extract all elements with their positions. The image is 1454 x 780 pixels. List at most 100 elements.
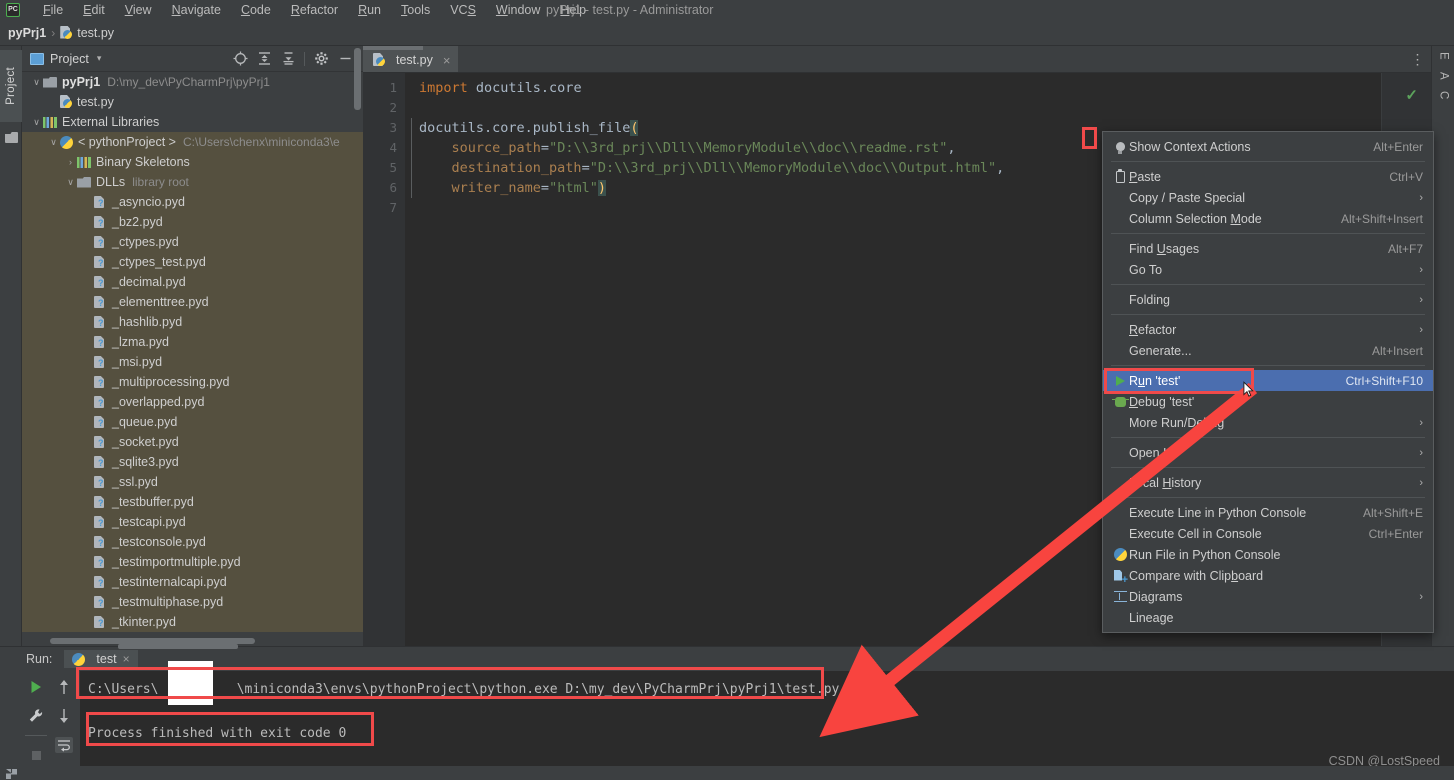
menu-item-column-selection-mode[interactable]: Column Selection Mode Alt+Shift+Insert	[1103, 208, 1433, 229]
settings-wrench-icon[interactable]	[25, 706, 47, 726]
right-tab-1[interactable]: A	[1432, 66, 1454, 86]
tree-node[interactable]: _decimal.pyd	[22, 272, 363, 292]
expand-all-icon[interactable]	[252, 48, 276, 70]
menu-item-show-context-actions[interactable]: Show Context Actions Alt+Enter	[1103, 136, 1433, 157]
menu-item-refactor[interactable]: Refactor ›	[1103, 319, 1433, 340]
menu-view[interactable]: View	[115, 0, 162, 20]
structure-icon[interactable]	[5, 132, 18, 143]
menu-item-find-usages[interactable]: Find Usages Alt+F7	[1103, 238, 1433, 259]
tree-node[interactable]: _sqlite3.pyd	[22, 452, 363, 472]
editor-options-icon[interactable]: ⋮	[1405, 46, 1431, 72]
menu-tools[interactable]: Tools	[391, 0, 440, 20]
menu-item-diagrams[interactable]: Diagrams ›	[1103, 586, 1433, 607]
breadcrumb-project[interactable]: pyPrj1	[8, 26, 46, 40]
breadcrumb-file[interactable]: test.py	[77, 26, 114, 40]
tree-node[interactable]: _ssl.pyd	[22, 472, 363, 492]
code-line[interactable]	[419, 98, 1431, 118]
chevron-down-icon[interactable]: ∨	[64, 177, 77, 188]
menu-vcs[interactable]: VCS	[440, 0, 486, 20]
tree-node[interactable]: _testmultiphase.pyd	[22, 592, 363, 612]
chevron-down-icon[interactable]: ∨	[30, 117, 43, 128]
menu-item-compare-with-clipboard[interactable]: Compare with Clipboard	[1103, 565, 1433, 586]
rerun-icon[interactable]	[25, 677, 47, 697]
tree-node[interactable]: _asyncio.pyd	[22, 192, 363, 212]
run-console-output[interactable]: C:\Users\ \miniconda3\envs\pythonProject…	[80, 671, 1454, 780]
menu-run[interactable]: Run	[348, 0, 391, 20]
tree-node[interactable]: _lzma.pyd	[22, 332, 363, 352]
menu-item-go-to[interactable]: Go To ›	[1103, 259, 1433, 280]
chevron-down-icon[interactable]: ∨	[30, 77, 43, 88]
tree-node[interactable]: _testbuffer.pyd	[22, 492, 363, 512]
menu-item-local-history[interactable]: Local History ›	[1103, 472, 1433, 493]
menu-item-debug-test[interactable]: Debug 'test'	[1103, 391, 1433, 412]
tree-node[interactable]: › Binary Skeletons	[22, 152, 363, 172]
editor-hscrollbar[interactable]	[363, 46, 423, 50]
menu-item-lineage[interactable]: Lineage	[1103, 607, 1433, 628]
tree-node[interactable]: _tkinter.pyd	[22, 612, 363, 632]
close-icon[interactable]: ×	[123, 652, 130, 666]
fold-region-bar[interactable]	[411, 118, 412, 198]
tree-node[interactable]: test.py	[22, 92, 363, 112]
menu-file[interactable]: File	[33, 0, 73, 20]
tree-node[interactable]: _testinternalcapi.pyd	[22, 572, 363, 592]
tree-node[interactable]: ∨ External Libraries	[22, 112, 363, 132]
menu-navigate[interactable]: Navigate	[162, 0, 231, 20]
tree-node[interactable]: _testconsole.pyd	[22, 532, 363, 552]
code-folding-column[interactable]	[405, 73, 419, 646]
menu-item-copy-paste-special[interactable]: Copy / Paste Special ›	[1103, 187, 1433, 208]
menu-item-paste[interactable]: Paste Ctrl+V	[1103, 166, 1433, 187]
menu-bar[interactable]: File Edit View Navigate Code Refactor Ru…	[33, 0, 596, 20]
tool-tab-project[interactable]: Project	[0, 50, 22, 122]
scroll-from-source-icon[interactable]	[228, 48, 252, 70]
chevron-down-icon[interactable]: ▾	[97, 53, 102, 64]
tree-node[interactable]: _socket.pyd	[22, 432, 363, 452]
menu-item-open-in[interactable]: Open In ›	[1103, 442, 1433, 463]
run-config-tab[interactable]: test ×	[64, 650, 138, 668]
gear-icon[interactable]	[309, 48, 333, 70]
tree-node[interactable]: _elementtree.pyd	[22, 292, 363, 312]
soft-wrap-icon[interactable]	[53, 735, 75, 755]
close-icon[interactable]: ×	[443, 53, 451, 68]
project-tree[interactable]: ∨ pyPrj1 D:\my_dev\PyCharmPrj\pyPrj1 test.…	[22, 72, 363, 646]
menu-item-run-file-in-python-console[interactable]: Run File in Python Console	[1103, 544, 1433, 565]
tree-node[interactable]: _overlapped.pyd	[22, 392, 363, 412]
stop-icon[interactable]	[25, 745, 47, 765]
tree-node[interactable]: _msi.pyd	[22, 352, 363, 372]
tree-node[interactable]: _hashlib.pyd	[22, 312, 363, 332]
console-scrollbar[interactable]	[118, 644, 238, 649]
editor-context-menu[interactable]: Show Context Actions Alt+Enter Paste Ctrl+V…	[1102, 131, 1434, 633]
tree-node[interactable]: _multiprocessing.pyd	[22, 372, 363, 392]
tree-node[interactable]: _bz2.pyd	[22, 212, 363, 232]
tree-node-hint: library root	[132, 175, 189, 189]
right-tab-1-label: A	[1437, 71, 1450, 80]
menu-refactor[interactable]: Refactor	[281, 0, 348, 20]
tree-node[interactable]: _ctypes_test.pyd	[22, 252, 363, 272]
menu-window[interactable]: Window	[486, 0, 550, 20]
collapse-all-icon[interactable]	[276, 48, 300, 70]
chevron-down-icon[interactable]: ∨	[47, 137, 60, 148]
menu-item-more-run-debug[interactable]: More Run/Debug ›	[1103, 412, 1433, 433]
menu-item-generate[interactable]: Generate... Alt+Insert	[1103, 340, 1433, 361]
tree-node[interactable]: ∨ < pythonProject > C:\Users\chenx\minicon…	[22, 132, 363, 152]
inspection-ok-icon[interactable]: ✓	[1405, 86, 1418, 104]
tree-node[interactable]: _testcapi.pyd	[22, 512, 363, 532]
project-tree-vscrollbar[interactable]	[354, 48, 361, 110]
menu-edit[interactable]: Edit	[73, 0, 115, 20]
chevron-right-icon[interactable]: ›	[64, 157, 77, 167]
tree-node[interactable]: _ctypes.pyd	[22, 232, 363, 252]
menu-item-run-test[interactable]: Run 'test' Ctrl+Shift+F10	[1103, 370, 1433, 391]
right-tab-2[interactable]: C	[1432, 85, 1454, 105]
menu-item-folding[interactable]: Folding ›	[1103, 289, 1433, 310]
arrow-down-icon[interactable]	[53, 706, 75, 726]
status-bar-icon[interactable]	[6, 769, 17, 779]
code-line[interactable]: import docutils.core	[419, 78, 1431, 98]
menu-item-execute-cell-in-console[interactable]: Execute Cell in Console Ctrl+Enter	[1103, 523, 1433, 544]
tree-node[interactable]: _testimportmultiple.pyd	[22, 552, 363, 572]
right-tab-0[interactable]: E	[1432, 46, 1454, 66]
tree-node[interactable]: _queue.pyd	[22, 412, 363, 432]
menu-code[interactable]: Code	[231, 0, 281, 20]
tree-node[interactable]: ∨ DLLs library root	[22, 172, 363, 192]
menu-item-execute-line-in-python-console[interactable]: Execute Line in Python Console Alt+Shift+…	[1103, 502, 1433, 523]
tree-node[interactable]: ∨ pyPrj1 D:\my_dev\PyCharmPrj\pyPrj1	[22, 72, 363, 92]
arrow-up-icon[interactable]	[53, 677, 75, 697]
